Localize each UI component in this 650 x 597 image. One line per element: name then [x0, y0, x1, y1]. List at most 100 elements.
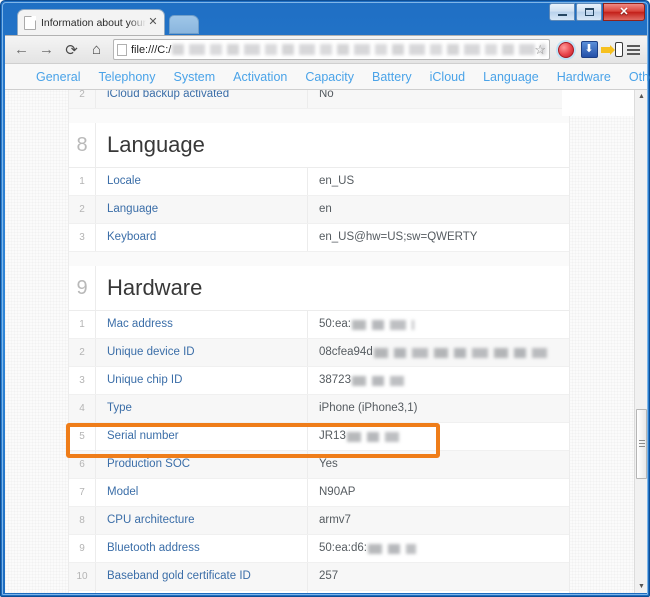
section-gap	[69, 252, 569, 266]
row-value-text: Yes	[319, 458, 338, 470]
section-nav-bar: General Telephony System Activation Capacity…	[5, 63, 650, 90]
address-bar[interactable]: file:///C:/ ☆	[113, 39, 550, 60]
page-scrollbar[interactable]: ▲ ▼	[634, 90, 647, 593]
home-button[interactable]: ⌂	[84, 38, 109, 62]
table-row: 9 Bluetooth address 50:ea:d6:	[69, 535, 569, 563]
table-row: 5 Serial number JR13	[66, 423, 569, 458]
scrollbar-up-arrow-icon[interactable]: ▲	[635, 90, 647, 103]
info-panel: 2 iCloud backup activated No 8 Language 1 Loca…	[66, 90, 569, 593]
row-label[interactable]: Locale	[95, 168, 307, 195]
phone-transfer-extension-icon[interactable]	[601, 39, 623, 61]
row-label[interactable]: Unique device ID	[95, 339, 307, 366]
row-value-text: armv7	[319, 514, 351, 526]
table-row: 2 iCloud backup activated No	[69, 90, 569, 109]
row-value: JR13	[307, 423, 569, 450]
row-value: 257	[307, 563, 569, 590]
row-label[interactable]: Bluetooth address	[95, 535, 307, 562]
row-index: 3	[79, 232, 85, 243]
row-value: 50:ea:	[307, 311, 569, 338]
row-value-text: iPhone (iPhone3,1)	[319, 402, 418, 414]
row-label[interactable]: CPU architecture	[95, 507, 307, 534]
page-viewport: 2 iCloud backup activated No 8 Language 1 Loca…	[5, 90, 647, 593]
row-label[interactable]: Unique chip ID	[95, 367, 307, 394]
redacted-value	[367, 543, 416, 554]
row-value: en	[307, 196, 569, 223]
bookmark-star-icon[interactable]: ☆	[534, 43, 546, 57]
table-row: 1 Locale en_US	[69, 168, 569, 196]
reload-button[interactable]: ⟳	[59, 38, 84, 62]
tab-strip: Information about your de ✕	[1, 9, 650, 35]
browser-window: ✕ Information about your de ✕ ← → ⟳ ⌂ fi…	[0, 0, 650, 597]
transfer-arrow-icon	[601, 44, 615, 55]
row-value-text: No	[319, 90, 334, 100]
row-value-text: en_US	[319, 175, 355, 187]
row-label[interactable]: iCloud backup activated	[95, 90, 307, 108]
row-value-text: en	[319, 203, 332, 215]
row-index: 2	[79, 204, 85, 215]
nav-tab-hardware[interactable]: Hardware	[548, 70, 620, 84]
download-extension-icon[interactable]: ⬇	[578, 39, 600, 61]
row-index: 8	[79, 515, 85, 526]
row-label[interactable]: Production SOC	[95, 451, 307, 478]
nav-tab-activation[interactable]: Activation	[224, 70, 296, 84]
scrollbar-thumb[interactable]	[636, 409, 647, 479]
back-button[interactable]: ←	[9, 38, 34, 62]
row-value: 50:ea:d6:	[307, 535, 569, 562]
row-index: 7	[79, 487, 85, 498]
address-bar-url: file:///C:/	[131, 43, 172, 56]
row-index: 4	[79, 403, 85, 414]
row-label[interactable]: Type	[95, 395, 307, 422]
table-row: 2 Language en	[69, 196, 569, 224]
redacted-value	[373, 347, 547, 358]
browser-tab-active[interactable]: Information about your de ✕	[17, 9, 165, 35]
section-number: 8	[76, 133, 88, 156]
row-index: 5	[79, 431, 85, 442]
row-index: 9	[79, 543, 85, 554]
tab-close-icon[interactable]: ✕	[146, 16, 160, 30]
row-value: iPhone (iPhone3,1)	[307, 395, 569, 422]
forward-button[interactable]: →	[34, 38, 59, 62]
row-value: Yes	[307, 451, 569, 478]
table-row: 6 Production SOC Yes	[69, 451, 569, 479]
row-index: 6	[79, 459, 85, 470]
table-row: 3 Unique chip ID 38723	[69, 367, 569, 395]
nav-tab-telephony[interactable]: Telephony	[89, 70, 164, 84]
browser-tab-title: Information about your de	[41, 16, 146, 29]
table-row: 3 Keyboard en_US@hw=US;sw=QWERTY	[69, 224, 569, 252]
chrome-menu-icon[interactable]	[623, 39, 643, 61]
section-gap	[69, 109, 569, 123]
row-index: 3	[79, 375, 85, 386]
nav-tab-system[interactable]: System	[164, 70, 224, 84]
row-index: 2	[79, 90, 85, 100]
row-value-text: 257	[319, 570, 339, 582]
row-label[interactable]: Mac address	[95, 311, 307, 338]
window-bottom-edge	[1, 591, 650, 596]
section-number: 9	[76, 276, 88, 299]
row-label[interactable]: Keyboard	[95, 224, 307, 251]
nav-tab-other[interactable]: Other	[620, 70, 650, 84]
bug-extension-icon[interactable]	[555, 39, 577, 61]
new-tab-button[interactable]	[169, 15, 199, 34]
row-label[interactable]: Baseband gold certificate ID	[95, 563, 307, 590]
nav-tab-icloud[interactable]: iCloud	[421, 70, 474, 84]
row-value: en_US@hw=US;sw=QWERTY	[307, 224, 569, 251]
section-header: 9 Hardware	[69, 266, 569, 311]
row-label[interactable]: Serial number	[95, 423, 307, 450]
scrollbar-grip-icon	[639, 440, 645, 448]
redacted-value	[346, 431, 399, 442]
row-value: N90AP	[307, 479, 569, 506]
nav-tab-general[interactable]: General	[27, 70, 89, 84]
row-value: armv7	[307, 507, 569, 534]
row-index: 2	[79, 347, 85, 358]
phone-body-icon	[614, 42, 623, 57]
page-favicon-icon	[24, 15, 36, 30]
nav-tab-battery[interactable]: Battery	[363, 70, 421, 84]
table-row: 8 CPU architecture armv7	[69, 507, 569, 535]
page-info-icon	[117, 43, 127, 56]
nav-tab-language[interactable]: Language	[474, 70, 548, 84]
row-label[interactable]: Language	[95, 196, 307, 223]
section-title: Hardware	[95, 266, 569, 310]
nav-tab-capacity[interactable]: Capacity	[296, 70, 363, 84]
table-row: 2 Unique device ID 08cfea94d	[69, 339, 569, 367]
row-label[interactable]: Model	[95, 479, 307, 506]
